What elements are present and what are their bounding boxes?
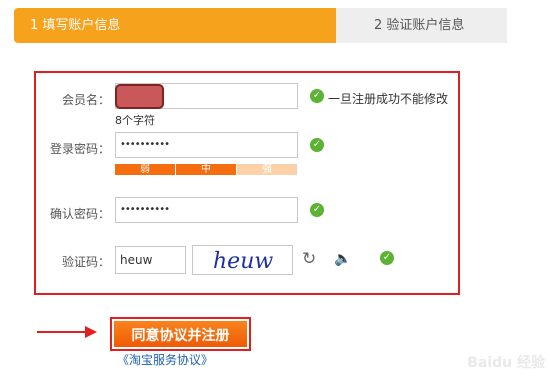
confirm-password-input[interactable]: •••••••••• [115, 197, 298, 223]
annotation-arrow-head [85, 326, 97, 338]
refresh-icon[interactable]: ↻ [302, 251, 316, 268]
service-agreement-link[interactable]: 《淘宝服务协议》 [117, 351, 213, 368]
check-circle-icon: ✓ [310, 89, 324, 103]
step-verify-account: 2 验证账户信息 [336, 8, 507, 43]
strength-strong: 强 [237, 164, 297, 175]
baidu-watermark: Baidu 经验 [467, 355, 545, 371]
username-label: 会员名： [61, 93, 110, 107]
annotation-arrow-shaft [37, 331, 87, 333]
captcha-graphic: heuw [213, 249, 273, 274]
confirm-password-label: 确认密码： [49, 207, 110, 221]
captcha-label: 验证码： [61, 255, 110, 269]
username-sub-hint: 8个字符 [115, 114, 155, 127]
strength-weak: 弱 [115, 164, 175, 175]
password-input[interactable]: •••••••••• [115, 132, 298, 158]
captcha-text: heuw [213, 249, 273, 274]
redacted-username [115, 84, 164, 109]
agree-and-register-button[interactable]: 同意协议并注册 [114, 321, 247, 347]
captcha-input[interactable]: heuw [115, 246, 186, 274]
captcha-image[interactable]: heuw [192, 245, 293, 275]
strength-medium: 中 [176, 164, 236, 175]
speaker-icon[interactable]: 🔈 [334, 252, 351, 266]
password-strength-meter: 弱 中 强 [115, 164, 297, 175]
progress-steps: 1 填写账户信息 2 验证账户信息 [14, 8, 507, 43]
check-circle-icon: ✓ [310, 203, 324, 217]
submit-highlight: 同意协议并注册 [110, 317, 251, 351]
check-circle-icon: ✓ [310, 138, 324, 152]
step-fill-account: 1 填写账户信息 [14, 8, 336, 43]
username-note: 一旦注册成功不能修改 [328, 92, 449, 106]
check-circle-icon: ✓ [380, 251, 394, 265]
password-label: 登录密码： [49, 142, 110, 156]
